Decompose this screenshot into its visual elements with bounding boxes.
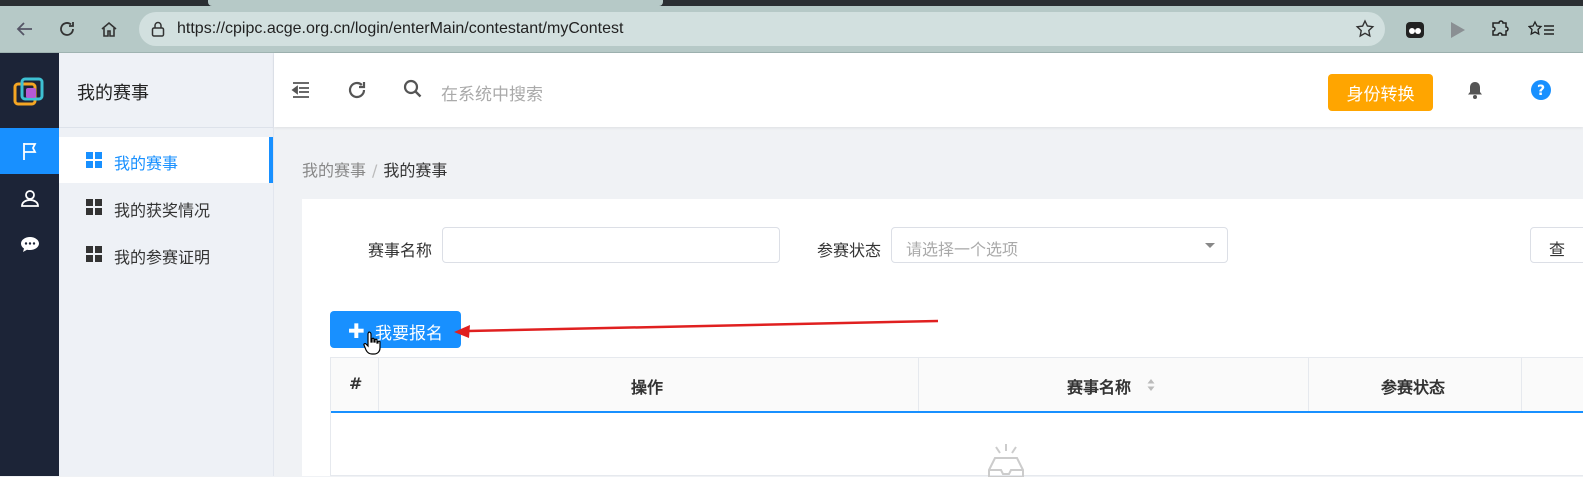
submenu-title-text: 我的赛事 bbox=[77, 83, 149, 104]
collapse-menu-icon[interactable] bbox=[290, 79, 312, 101]
sidebar-item-label: 我的获奖情况 bbox=[114, 201, 211, 220]
grid-icon bbox=[86, 152, 102, 168]
identity-switch-button[interactable]: 身份转换 bbox=[1328, 74, 1433, 111]
breadcrumb-separator: / bbox=[372, 161, 378, 180]
app-header: 在系统中搜索 身份转换 ? bbox=[274, 53, 1583, 127]
bookmark-star-icon[interactable] bbox=[1355, 19, 1375, 39]
app-rail bbox=[0, 53, 59, 476]
status-select-placeholder: 请选择一个选项 bbox=[906, 240, 1019, 259]
annotation-arrow bbox=[454, 319, 939, 338]
column-header-label: 赛事名称 bbox=[1067, 378, 1132, 397]
extension-mask-icon[interactable] bbox=[1404, 19, 1426, 41]
sub-menu: 我的赛事 我的赛事 我的获奖情况 我的参赛证明 bbox=[59, 53, 274, 476]
sidebar-item-label: 我的赛事 bbox=[114, 154, 179, 173]
sidebar-item-my-contests[interactable]: 我的赛事 bbox=[59, 137, 273, 183]
column-header-label: # bbox=[349, 374, 363, 393]
contest-name-label: 赛事名称 bbox=[368, 241, 433, 260]
sort-icon[interactable] bbox=[1147, 378, 1155, 392]
breadcrumb-current: 我的赛事 bbox=[383, 161, 448, 180]
status-label: 参赛状态 bbox=[817, 241, 882, 260]
hand-cursor-icon bbox=[363, 331, 381, 355]
chevron-down-icon bbox=[1205, 243, 1215, 248]
status-select[interactable]: 请选择一个选项 bbox=[891, 227, 1228, 263]
bell-icon[interactable] bbox=[1465, 80, 1485, 100]
submenu-title: 我的赛事 bbox=[59, 53, 273, 128]
column-header-status: 参赛状态 bbox=[1309, 358, 1522, 411]
address-bar[interactable]: https://cpipc.acge.org.cn/login/enterMai… bbox=[139, 12, 1385, 46]
back-icon[interactable] bbox=[10, 14, 40, 44]
rail-message-icon[interactable] bbox=[0, 221, 59, 267]
url-text[interactable]: https://cpipc.acge.org.cn/login/enterMai… bbox=[177, 20, 623, 38]
rail-contest-icon[interactable] bbox=[0, 128, 59, 174]
column-header-label: 操作 bbox=[631, 378, 664, 397]
play-icon[interactable] bbox=[1446, 19, 1468, 41]
empty-data-icon bbox=[988, 444, 1024, 477]
favorites-icon[interactable] bbox=[1528, 19, 1558, 41]
table-header: # 操作 赛事名称 参赛状态 bbox=[331, 358, 1583, 413]
contest-name-input[interactable] bbox=[442, 227, 780, 263]
rail-user-icon[interactable] bbox=[0, 175, 59, 221]
query-button[interactable]: 查 bbox=[1530, 227, 1583, 263]
svg-text:?: ? bbox=[1537, 83, 1545, 99]
query-button-label: 查 bbox=[1549, 240, 1566, 259]
browser-toolbar: https://cpipc.acge.org.cn/login/enterMai… bbox=[0, 6, 1583, 53]
column-header-label: 参赛状态 bbox=[1381, 378, 1446, 397]
refresh-icon[interactable] bbox=[346, 79, 368, 101]
breadcrumb: 我的赛事 / 我的赛事 bbox=[302, 157, 447, 181]
extensions-puzzle-icon[interactable] bbox=[1488, 19, 1510, 41]
app-logo[interactable] bbox=[12, 75, 48, 111]
home-icon[interactable] bbox=[94, 14, 124, 44]
register-button-label: 我要报名 bbox=[375, 324, 443, 344]
breadcrumb-parent[interactable]: 我的赛事 bbox=[302, 161, 366, 180]
grid-icon bbox=[86, 199, 102, 215]
sidebar-item-label: 我的参赛证明 bbox=[114, 248, 211, 267]
reload-icon[interactable] bbox=[52, 14, 82, 44]
help-icon[interactable]: ? bbox=[1530, 79, 1552, 101]
column-header-contest-name[interactable]: 赛事名称 bbox=[919, 358, 1309, 411]
search-input[interactable]: 在系统中搜索 bbox=[441, 80, 543, 105]
column-header-index: # bbox=[331, 358, 379, 411]
sidebar-item-my-certificates[interactable]: 我的参赛证明 bbox=[59, 231, 273, 277]
column-header-actions: 操作 bbox=[379, 358, 919, 411]
register-button[interactable]: ✚ 我要报名 bbox=[330, 311, 461, 348]
contest-table: # 操作 赛事名称 参赛状态 bbox=[330, 357, 1583, 477]
sidebar-item-my-awards[interactable]: 我的获奖情况 bbox=[59, 184, 273, 230]
grid-icon bbox=[86, 246, 102, 262]
search-icon[interactable] bbox=[402, 78, 424, 100]
site-info-icon[interactable] bbox=[149, 20, 167, 38]
